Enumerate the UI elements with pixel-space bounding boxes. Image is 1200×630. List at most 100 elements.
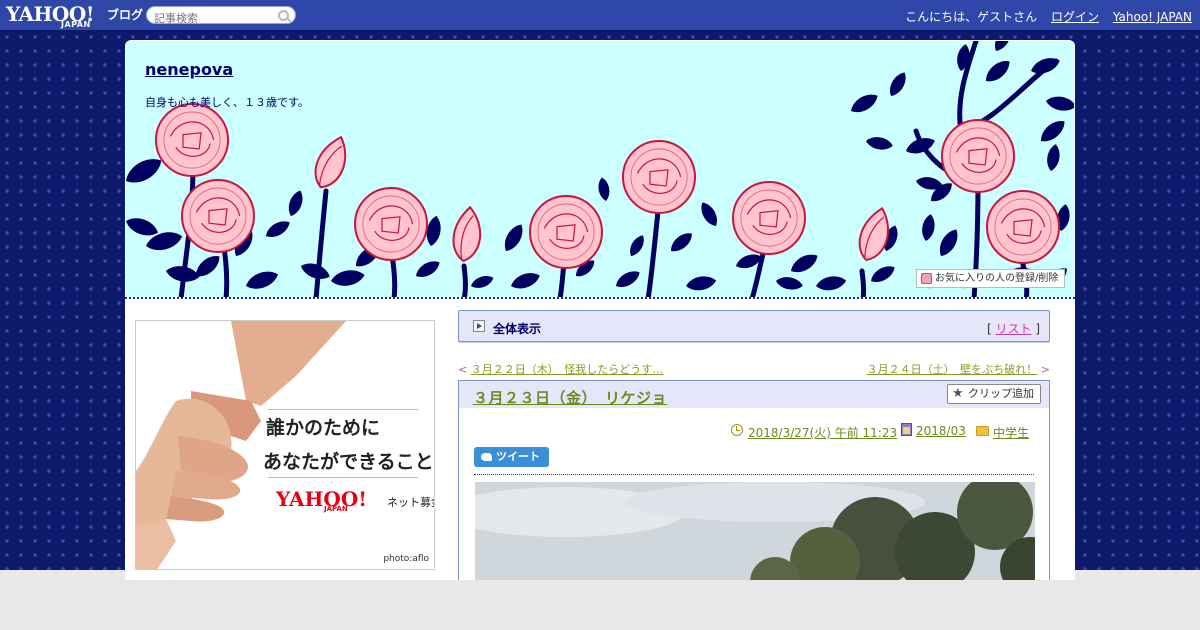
next-arrow: > [1037,363,1050,376]
login-link[interactable]: ログイン [1051,10,1099,24]
leaf [511,273,540,289]
favorite-register-button[interactable]: お気に入りの人の登録/削除 [916,269,1065,288]
section-title: 全体表示 [493,322,542,336]
article-header: ３月２３日（金） リケジョ ★ クリップ追加 [459,381,1049,408]
leaf [922,214,935,241]
stem [461,263,468,299]
blog-container: nenepova 自身も心も美しく、１３歳です。 お気に入りの人の登録/削除 誰… [125,40,1075,580]
article-photo [475,482,1035,580]
blog-description: 自身も心も美しく、１３歳です。 [145,96,309,109]
leaf [416,261,440,277]
search-icon[interactable] [278,10,289,21]
leaf [816,276,847,291]
rose-flower [181,179,255,253]
top-links: こんにちは、ゲストさん ログイン Yahoo! JAPAN [905,8,1192,25]
leaf [701,202,717,226]
leaf [985,61,1010,82]
article-month-link[interactable]: 2018/03 [916,424,966,438]
leaf [246,271,278,289]
star-icon: ★ [952,386,964,401]
next-article-link[interactable]: ３月２４日（土） 壁をぶち破れ！ [867,363,1038,376]
leaf [1031,58,1060,74]
leaf [288,190,303,216]
leaf [686,276,717,291]
blog-title-link[interactable]: nenepova [145,60,233,79]
leaf [166,266,200,282]
stem [645,208,661,299]
rose-bud [858,206,889,262]
favorite-button-label: お気に入りの人の登録/削除 [935,273,1059,284]
yahoo-blog-logo[interactable]: YAHOO! JAPAN ブログ [6,2,143,29]
tweet-button-label: ツイート [496,450,540,463]
leaf [504,224,523,251]
stem [313,188,329,299]
ad-photo-credit: photo:aflo [383,554,429,564]
rose-flower [622,140,696,214]
favorite-icon [921,273,932,284]
clip-button-label: クリップ追加 [968,387,1034,400]
leaf [776,277,803,290]
article-entry: ３月２３日（金） リケジョ ★ クリップ追加 2018/3/27(火) 午前 1… [458,380,1050,580]
search-box [146,6,296,25]
list-view-link[interactable]: リスト [995,322,1031,336]
yahoo-japan-link[interactable]: Yahoo! JAPAN [1113,10,1192,24]
logo-subtext: JAPAN [61,20,91,29]
ad-rule-bottom [268,477,418,478]
rose-bud [452,205,482,262]
holding-hands-photo [136,321,346,569]
clip-add-button[interactable]: ★ クリップ追加 [947,384,1041,404]
service-name: ブログ [107,8,144,22]
leaf [995,41,1011,51]
leaf [791,254,818,273]
calendar-icon [901,423,912,436]
ad-banner-net-donation[interactable]: 誰かのために あなたができること YAHOO! JAPAN ネット募金 phot… [135,320,435,570]
list-bracket-close: ] [1031,322,1040,336]
greeting-text: こんにちは、ゲストさん [905,10,1038,24]
prev-arrow: < [458,363,471,376]
article-category: 中学生 [993,424,1029,441]
rose-flower [354,187,428,261]
twitter-bird-icon [481,453,492,461]
ad-service-name: ネット募金 [387,496,434,509]
leaf [1047,144,1060,171]
leaf [670,233,692,252]
tree-photo [475,482,1035,580]
leaf [126,218,158,236]
rose-flower [155,103,229,177]
stem [957,41,1059,134]
article-datetime: 2018/3/27(火) 午前 11:23 [748,424,897,441]
stem [859,268,867,299]
section-header: 全体表示 [ リスト ] [458,310,1050,342]
arrow-right-icon [473,320,485,332]
ad-yahoo-logo-sub: JAPAN [324,505,348,513]
prev-article-link[interactable]: ３月２２日（木） 怪我したらどうす… [471,363,664,376]
leaf [471,275,494,288]
leaf [939,229,958,256]
leaf [851,94,878,113]
tweet-button[interactable]: ツイート [474,447,549,467]
rose-header-illustration [126,41,1074,299]
leaf [598,177,610,201]
leaf [266,221,290,237]
leaf [1040,121,1065,142]
article-title-link[interactable]: ３月２３日（金） リケジョ [473,387,667,408]
search-input[interactable] [154,12,276,25]
leaf [866,137,893,150]
article-datetime-link[interactable]: 2018/3/27(火) 午前 11:23 [748,426,897,440]
ad-yahoo-logo: YAHOO! [276,487,368,511]
rose-bud [314,135,347,189]
leaf [871,266,895,282]
article-category-link[interactable]: 中学生 [993,426,1029,440]
rose-flower [986,190,1060,264]
leaf [616,271,640,287]
next-article-nav: ３月２４日（土） 壁をぶち破れ！ > [867,361,1050,377]
article-month: 2018/03 [916,424,966,438]
rose-flower [732,181,806,255]
article-divider [474,474,1034,475]
ad-rule-top [268,409,418,410]
ad-headline-1: 誰かのために [266,417,381,439]
leaf [331,270,365,286]
list-view-toggle: [ リスト ] [987,320,1040,337]
top-bar: YAHOO! JAPAN ブログ こんにちは、ゲストさん ログイン Yahoo!… [0,0,1200,30]
header-divider [125,297,1075,300]
